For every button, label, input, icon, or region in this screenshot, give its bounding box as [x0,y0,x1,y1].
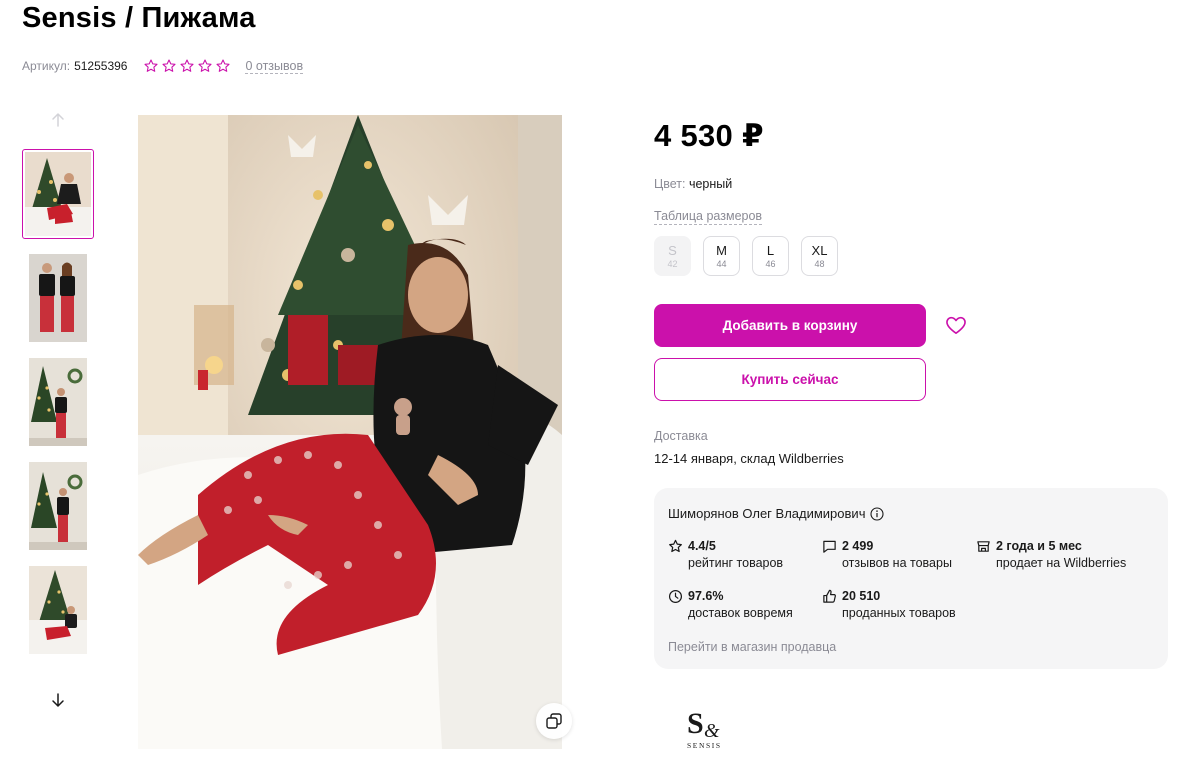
product-meta: Артикул: 51255396 0 отзывов [22,57,304,75]
stat-desc: доставок вовремя [688,606,793,620]
seller-name: Шиморянов Олег Владимирович [668,506,866,521]
stat-desc: рейтинг товаров [688,556,784,570]
rating-stars[interactable] [143,58,231,74]
size-label: M [716,242,727,258]
size-option-m[interactable]: M 44 [703,236,740,276]
reviews-link[interactable]: 0 отзывов [245,59,304,74]
stat-value: 97.6% [688,589,724,603]
stat-value: 2 года и 5 мес [996,539,1082,553]
color-value: черный [688,177,733,191]
size-label: S [668,242,677,258]
size-option-s[interactable]: S 42 [654,236,691,276]
delivery-label: Доставка [654,429,708,443]
star-outline-icon [198,59,213,72]
thumbnail-4[interactable] [22,461,94,551]
thumbs-down-arrow-icon[interactable] [22,688,94,712]
brand-logo[interactable]: S & SENSIS [683,703,737,753]
stat-value: 20 510 [842,589,881,603]
comment-icon [823,540,836,553]
size-number: 42 [667,258,678,269]
svg-text:S: S [687,707,704,740]
svg-text:&: & [704,720,720,742]
size-label: L [766,242,775,258]
star-outline-icon [144,59,159,72]
seller-stat-delivery: 97.6% доставок вовремя [668,588,793,622]
star-outline-icon [162,59,177,72]
seller-card: Шиморянов Олег Владимирович 4.4/5 рейтин… [654,488,1168,669]
add-to-cart-button[interactable]: Добавить в корзину [654,304,926,347]
copy-icon [546,713,562,729]
expand-photo-button[interactable] [536,703,572,739]
shop-icon [977,541,990,552]
thumbnail-1[interactable] [22,149,94,239]
size-option-xl[interactable]: XL 48 [801,236,838,276]
size-label: XL [811,242,828,258]
stat-value: 2 499 [842,539,874,553]
price: 4 530 ₽ [654,118,764,153]
star-outline-icon [216,59,231,72]
size-selector: S 42 M 44 L 46 XL 48 [654,236,838,276]
size-number: 48 [814,258,825,269]
info-icon[interactable] [870,506,885,521]
clock-icon [668,589,683,604]
seller-stat-tenure: 2 года и 5 мес продает на Wildberries [976,538,1126,572]
stat-desc: продает на Wildberries [996,556,1127,570]
size-table-link[interactable]: Таблица размеров [654,209,763,225]
thumbnail-3[interactable] [22,357,94,447]
color-label: Цвет: [654,177,686,191]
stat-desc: проданных товаров [842,606,956,620]
stat-value: 4.4/5 [688,539,716,553]
article-value: 51255396 [74,59,128,73]
main-product-photo[interactable] [138,115,562,749]
size-option-l[interactable]: L 46 [752,236,789,276]
thumbnail-5[interactable] [22,565,94,655]
article-label: Артикул: [22,59,71,73]
seller-stat-sold: 20 510 проданных товаров [822,588,956,622]
size-number: 44 [716,258,727,269]
size-number: 46 [765,258,776,269]
stat-desc: отзывов на товары [842,556,952,570]
delivery-date: 12-14 января, склад Wildberries [654,451,844,466]
favorite-heart-icon[interactable] [944,313,968,337]
product-title: Sensis / Пижама [22,2,256,34]
seller-store-link[interactable]: Перейти в магазин продавца [668,640,836,654]
seller-stat-reviews: 2 499 отзывов на товары [822,538,952,572]
seller-stat-rating: 4.4/5 рейтинг товаров [668,538,783,572]
star-outline-icon [180,59,195,72]
thumbnail-2[interactable] [22,253,94,343]
brand-logo-text: SENSIS [687,741,722,750]
color-info: Цвет: черный [654,177,732,191]
thumbs-up-icon [823,589,836,603]
buy-now-button[interactable]: Купить сейчас [654,358,926,401]
thumbs-up-arrow-icon[interactable] [22,108,94,132]
star-icon [669,539,682,553]
seller-name-row[interactable]: Шиморянов Олег Владимирович [668,506,885,521]
